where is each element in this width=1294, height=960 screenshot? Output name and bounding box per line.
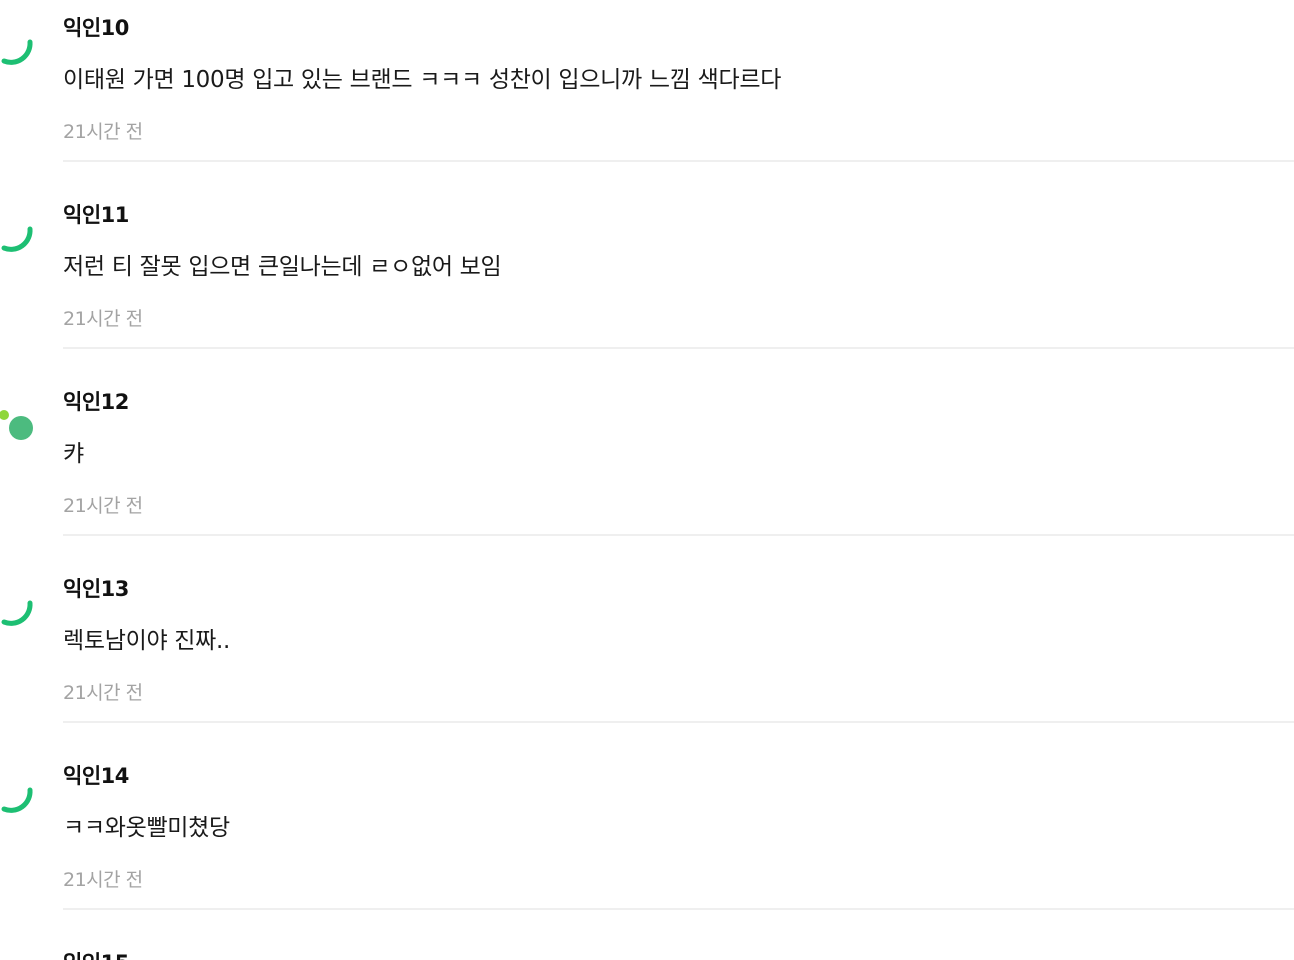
- comment-author[interactable]: 익인15: [63, 947, 129, 960]
- comment-text: ㅋㅋ와옷빨미쳤당: [63, 815, 230, 841]
- comment-item: 익인14 ㅋㅋ와옷빨미쳤당 21시간 전: [0, 748, 1294, 935]
- loading-dots-icon: [0, 393, 34, 449]
- loading-arc-icon: [0, 767, 34, 823]
- comment-text: 저런 티 잘못 입으면 큰일나는데 ㄹㅇ없어 보임: [63, 254, 502, 280]
- comment-author[interactable]: 익인10: [63, 12, 129, 42]
- comment-item: 익인15: [0, 935, 1294, 960]
- comment-text: 렉토남이야 진짜..: [63, 628, 231, 654]
- loading-arc-icon: [0, 206, 34, 262]
- comment-timestamp: 21시간 전: [63, 682, 143, 704]
- comment-divider: [63, 721, 1294, 723]
- comment-timestamp: 21시간 전: [63, 869, 143, 891]
- comment-divider: [63, 534, 1294, 536]
- loading-arc-icon: [0, 580, 34, 636]
- comment-item: 익인11 저런 티 잘못 입으면 큰일나는데 ㄹㅇ없어 보임 21시간 전: [0, 187, 1294, 374]
- comment-author[interactable]: 익인13: [63, 573, 129, 603]
- comment-timestamp: 21시간 전: [63, 495, 143, 517]
- comment-item: 익인10 이태원 가면 100명 입고 있는 브랜드 ㅋㅋㅋ 성찬이 입으니까 …: [0, 0, 1294, 187]
- comment-author[interactable]: 익인11: [63, 199, 129, 229]
- comment-timestamp: 21시간 전: [63, 121, 143, 143]
- comment-divider: [63, 347, 1294, 349]
- comment-timestamp: 21시간 전: [63, 308, 143, 330]
- comment-divider: [63, 160, 1294, 162]
- comment-divider: [63, 908, 1294, 910]
- comment-text: 캬: [63, 441, 84, 467]
- loading-arc-icon: [0, 19, 34, 75]
- comment-author[interactable]: 익인14: [63, 760, 129, 790]
- comment-author[interactable]: 익인12: [63, 386, 129, 416]
- comment-text: 이태원 가면 100명 입고 있는 브랜드 ㅋㅋㅋ 성찬이 입으니까 느낌 색다…: [63, 67, 782, 93]
- comment-list: 익인10 이태원 가면 100명 입고 있는 브랜드 ㅋㅋㅋ 성찬이 입으니까 …: [0, 0, 1294, 960]
- comment-item: 익인13 렉토남이야 진짜.. 21시간 전: [0, 561, 1294, 748]
- comment-item: 익인12 캬 21시간 전: [0, 374, 1294, 561]
